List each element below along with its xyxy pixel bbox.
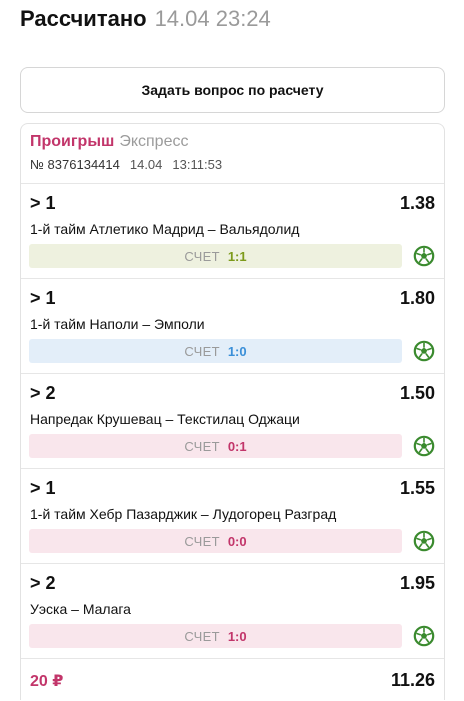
selection-match: 1-й тайм Атлетико Мадрид – Вальядолид [30, 221, 300, 237]
selection-outcome: > 2 [30, 383, 56, 403]
selection-row[interactable]: > 1 1.38 1-й тайм Атлетико Мадрид – Вальяд… [21, 183, 444, 278]
score-bar: СЧЕТ 1:0 [29, 339, 402, 363]
score-bar: СЧЕТ 0:1 [29, 434, 402, 458]
score-label: СЧЕТ [184, 533, 220, 549]
selection-odds: 1.38 [399, 193, 435, 213]
score-value: 0:0 [227, 533, 247, 549]
selection-outcome: > 2 [30, 573, 56, 593]
score-bar: СЧЕТ 0:0 [29, 529, 402, 553]
football-icon [413, 435, 435, 457]
selection-row[interactable]: > 1 1.55 1-й тайм Хебр Пазарджик – Лудогор… [21, 468, 444, 563]
page-title: Рассчитано [20, 6, 147, 31]
selection-outcome: > 1 [30, 193, 56, 213]
football-icon [413, 245, 435, 267]
score-label: СЧЕТ [184, 438, 220, 454]
selection-row[interactable]: > 1 1.80 1-й тайм Наполи – Эмполи СЧЕТ 1:0 [21, 278, 444, 373]
bet-card: Проигрыш Экспресс № 8376134414 14.04 13:… [20, 123, 445, 700]
score-label: СЧЕТ [184, 343, 220, 359]
score-bar: СЧЕТ 1:0 [29, 624, 402, 648]
football-icon [413, 625, 435, 647]
settled-timestamp: 14.04 23:24 [154, 6, 271, 31]
bet-date: 14.04 [129, 157, 163, 172]
selection-match: Уэска – Малага [30, 601, 131, 617]
bet-header: Проигрыш Экспресс № 8376134414 14.04 13:… [30, 133, 222, 172]
score-label: СЧЕТ [184, 248, 220, 264]
selection-odds: 1.95 [399, 573, 435, 593]
score-value: 1:0 [227, 628, 247, 644]
stake-amount: 20 ₽ [30, 673, 64, 690]
bet-status: Проигрыш [30, 133, 115, 150]
selection-match: 1-й тайм Хебр Пазарджик – Лудогорец Разг… [30, 506, 337, 522]
score-value: 1:0 [227, 343, 247, 359]
total-odds: 11.26 [390, 670, 435, 690]
page-header: Рассчитано 14.04 23:24 [20, 6, 271, 34]
selection-outcome: > 1 [30, 478, 56, 498]
selection-odds: 1.55 [399, 478, 435, 498]
ask-question-button[interactable]: Задать вопрос по расчету [20, 67, 445, 113]
score-bar: СЧЕТ 1:1 [29, 244, 402, 268]
football-icon [413, 530, 435, 552]
bet-footer: 20 ₽ 11.26 [21, 661, 444, 701]
score-value: 0:1 [227, 438, 247, 454]
selection-outcome: > 1 [30, 288, 56, 308]
selection-row[interactable]: > 2 1.50 Напредак Крушевац – Текстилац Одж… [21, 373, 444, 468]
selection-odds: 1.50 [399, 383, 435, 403]
selection-match: Напредак Крушевац – Текстилац Оджаци [30, 411, 300, 427]
score-label: СЧЕТ [184, 628, 220, 644]
selection-row[interactable]: > 2 1.95 Уэска – Малага СЧЕТ 1:0 [21, 563, 444, 658]
footer-divider [21, 658, 444, 659]
football-icon [413, 340, 435, 362]
bet-type: Экспресс [119, 133, 189, 150]
selection-odds: 1.80 [399, 288, 435, 308]
selection-match: 1-й тайм Наполи – Эмполи [30, 316, 205, 332]
bet-time: 13:11:53 [172, 157, 223, 172]
score-value: 1:1 [227, 248, 247, 264]
bet-number: № 8376134414 [30, 157, 120, 172]
